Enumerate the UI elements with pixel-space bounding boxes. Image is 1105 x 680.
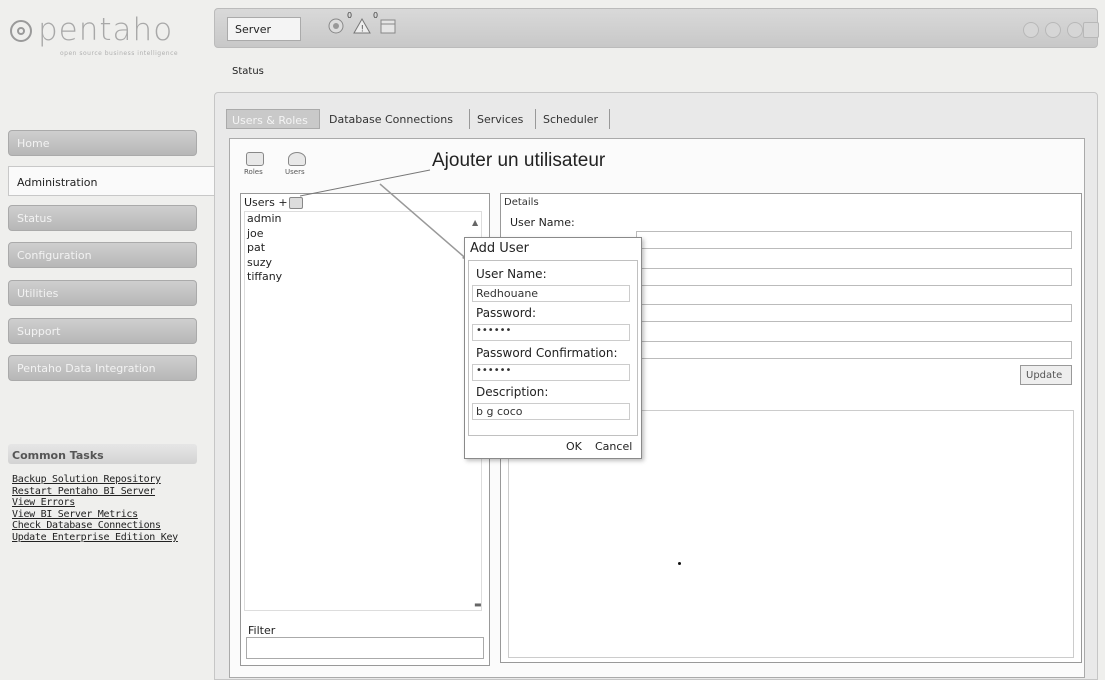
dialog-password-label: Password: (476, 306, 537, 320)
dialog-user-name-label: User Name: (476, 267, 547, 281)
dialog-password-confirm-input[interactable]: •••••• (472, 364, 630, 381)
dialog-ok-button[interactable]: OK (566, 440, 582, 453)
mouse-cursor (678, 562, 681, 565)
dialog-description-input[interactable]: b g coco (472, 403, 630, 420)
dialog-cancel-button[interactable]: Cancel (595, 440, 632, 453)
dialog-password-input[interactable]: •••••• (472, 324, 630, 341)
dialog-title: Add User (470, 241, 529, 256)
dialog-user-name-input[interactable]: Redhouane (472, 285, 630, 302)
dialog-password-confirm-label: Password Confirmation: (476, 346, 618, 360)
dialog-description-label: Description: (476, 385, 549, 399)
